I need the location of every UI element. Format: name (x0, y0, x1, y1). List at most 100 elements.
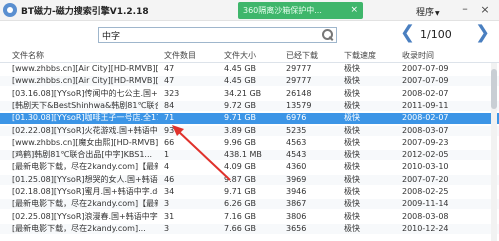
table-header: 文件名称 文件数目 文件大小 已经下载 下载速度 收录时间 (0, 49, 499, 63)
cell-date: 2007-09-23 (402, 137, 449, 147)
cell-file-count: 84 (164, 100, 175, 110)
cell-name: [www.zhbbs.cn][Air City][HD-RMVB][韩语... (12, 64, 158, 73)
cell-date: 2008-03-08 (402, 211, 449, 221)
cell-name: [鸡鹤]韩剧81℃联合出品[中字]KBS1... (12, 150, 153, 160)
table-row[interactable]: [02.25.08][YYsoR]浪漫春.国+韩语中字.d... 31 7.16 G… (0, 212, 499, 222)
table-row[interactable]: [最新电影下载，尽在2kandy.com]【最新... 4 4.09 GB 4360 极… (0, 162, 499, 172)
table-row[interactable]: [02.22.08][YYsoR]火花游戏.国+韩语中字.d... 93 3.89 … (0, 125, 499, 136)
cell-name: [02.25.08][YYsoR]浪漫春.国+韩语中字.d... (12, 211, 158, 221)
cell-file-count: 47 (164, 76, 175, 86)
cell-file-count: 47 (164, 64, 175, 73)
cell-date: 2010-03-10 (402, 162, 449, 172)
table-row[interactable]: [鸡鹤]韩剧81℃联合出品[中字]KBS1... 1 438.1 MB 4543 极快 2… (0, 150, 499, 161)
next-page-button[interactable]: ❯ (475, 24, 490, 42)
cell-size: 9.72 GB (224, 100, 257, 110)
minimize-button[interactable]: – (458, 3, 472, 17)
cell-file-count: 323 (164, 88, 180, 98)
table-row[interactable]: [www.zhbbs.cn][Air City][HD-RMVB][韩语... 4… (0, 76, 499, 87)
cell-name: [最新电影下载，尽在2kandy.com]... (12, 223, 146, 233)
cell-file-count: 1 (164, 150, 170, 160)
cell-file-count: 3 (164, 223, 170, 233)
cell-date: 2007-07-20 (402, 174, 449, 184)
cell-size: 34.21 GB (224, 88, 262, 98)
search-box (98, 27, 337, 43)
cell-size: 7.66 GB (224, 223, 257, 233)
cell-downloaded: 29777 (286, 76, 312, 86)
close-button[interactable]: × (478, 3, 492, 17)
sandbox-notification[interactable]: 360隔离沙箱保护中... × (238, 2, 363, 19)
cell-name: [最新电影下载，尽在2kandy.com]【最新... (12, 199, 158, 209)
cell-size: 6.26 GB (224, 199, 257, 209)
cell-downloaded: 4543 (286, 150, 307, 160)
page-indicator: 1/100 (420, 28, 452, 41)
cell-date: 2008-02-25 (402, 187, 449, 196)
table-row[interactable]: [最新电影下载，尽在2kandy.com]【最新... 3 6.26 GB 3867 极… (0, 199, 499, 210)
cell-speed: 极快 (344, 223, 360, 233)
cell-speed: 极快 (344, 100, 360, 110)
table-row[interactable]: [最新电影下载，尽在2kandy.com]... 3 7.66 GB 3656 极快 20… (0, 223, 499, 234)
cell-speed: 极快 (344, 76, 360, 86)
cell-downloaded: 3806 (286, 211, 307, 221)
cell-speed: 极快 (344, 125, 360, 135)
table-row[interactable]: [www.zhbbs.cn][Air City][HD-RMVB][韩语... 4… (0, 64, 499, 74)
vertical-scrollbar[interactable] (491, 63, 497, 241)
cell-speed: 极快 (344, 64, 360, 73)
column-header-date[interactable]: 收录时间 (402, 49, 487, 63)
column-header-speed[interactable]: 下载速度 (344, 49, 399, 63)
cell-speed: 极快 (344, 137, 360, 147)
cell-file-count: 93 (164, 125, 175, 135)
cell-file-count: 34 (164, 187, 175, 196)
cell-speed: 极快 (344, 150, 360, 160)
cell-size: 9.71 GB (224, 187, 257, 196)
cell-size: 9.87 GB (224, 174, 257, 184)
cell-downloaded: 6976 (286, 113, 307, 123)
table-row[interactable]: [www.zhbbs.cn][魔女由熙][HD-RMVB][韩... 66 9.96… (0, 138, 499, 148)
cell-file-count: 66 (164, 137, 175, 147)
cell-size: 4.09 GB (224, 162, 257, 172)
program-menu[interactable]: 程序▼ (416, 5, 440, 18)
column-header-file-count[interactable]: 文件数目 (164, 49, 222, 63)
cell-size: 438.1 MB (224, 150, 262, 160)
cell-size: 4.45 GB (224, 64, 257, 73)
cell-file-count: 46 (164, 174, 175, 184)
cell-name: [01.30.08][YYsoR]咖啡王子一号店.全17集... (12, 113, 158, 123)
column-header-downloaded[interactable]: 已经下载 (286, 49, 346, 63)
table-row[interactable]: [01.25.08][YYsoR]想哭的女人.国+韩语中... 46 9.87 GB… (0, 174, 499, 185)
cell-size: 3.89 GB (224, 125, 257, 135)
search-input[interactable] (99, 28, 299, 42)
table-row[interactable]: [02.18.08][YYsoR]蜜月.国+韩语中字.d-vi... 34 9.71… (0, 187, 499, 197)
cell-downloaded: 5235 (286, 125, 307, 135)
table-row-selected[interactable]: [01.30.08][YYsoR]咖啡王子一号店.全17集... 71 9.71 G… (0, 113, 499, 125)
close-icon[interactable]: × (350, 2, 358, 19)
cell-name: [03.16.08][YYsoR]传闻中的七公主.国+韩语... (12, 88, 158, 98)
cell-speed: 极快 (344, 199, 360, 209)
cell-file-count: 31 (164, 211, 175, 221)
table-row[interactable]: [03.16.08][YYsoR]传闻中的七公主.国+韩语... 323 34.21… (0, 89, 499, 99)
cell-speed: 极快 (344, 88, 360, 98)
cell-name: [01.25.08][YYsoR]想哭的女人.国+韩语中... (12, 174, 158, 184)
scroll-thumb[interactable] (491, 69, 497, 109)
cell-speed: 极快 (344, 187, 360, 196)
column-header-size[interactable]: 文件大小 (224, 49, 284, 63)
column-header-name[interactable]: 文件名称 (12, 49, 158, 63)
cell-date: 2009-11-14 (402, 199, 449, 209)
cell-downloaded: 26148 (286, 88, 312, 98)
cell-downloaded: 3969 (286, 174, 307, 184)
cell-name: [02.22.08][YYsoR]火花游戏.国+韩语中字.d... (12, 125, 158, 135)
cell-name: [02.18.08][YYsoR]蜜月.国+韩语中字.d-vi... (12, 187, 158, 196)
app-logo-icon (3, 3, 17, 17)
cell-speed: 极快 (344, 211, 360, 221)
cell-date: 2010-12-24 (402, 223, 449, 233)
prev-page-button[interactable]: ❮ (400, 24, 415, 42)
cell-size: 9.96 GB (224, 137, 257, 147)
cell-date: 2008-02-07 (402, 113, 449, 123)
app-title: BT磁力-磁力搜索引擎V1.2.18 (21, 7, 149, 17)
cell-speed: 极快 (344, 162, 360, 172)
cell-downloaded: 4360 (286, 162, 307, 172)
cell-size: 7.16 GB (224, 211, 257, 221)
cell-speed: 极快 (344, 113, 360, 123)
table-row[interactable]: [韩剧天下&BestShinhwa&韩剧81℃联合出... 84 9.72 GB 13… (0, 100, 499, 111)
cell-downloaded: 3946 (286, 187, 307, 196)
search-icon[interactable] (322, 29, 334, 41)
cell-name: [最新电影下载，尽在2kandy.com]【最新... (12, 162, 158, 172)
